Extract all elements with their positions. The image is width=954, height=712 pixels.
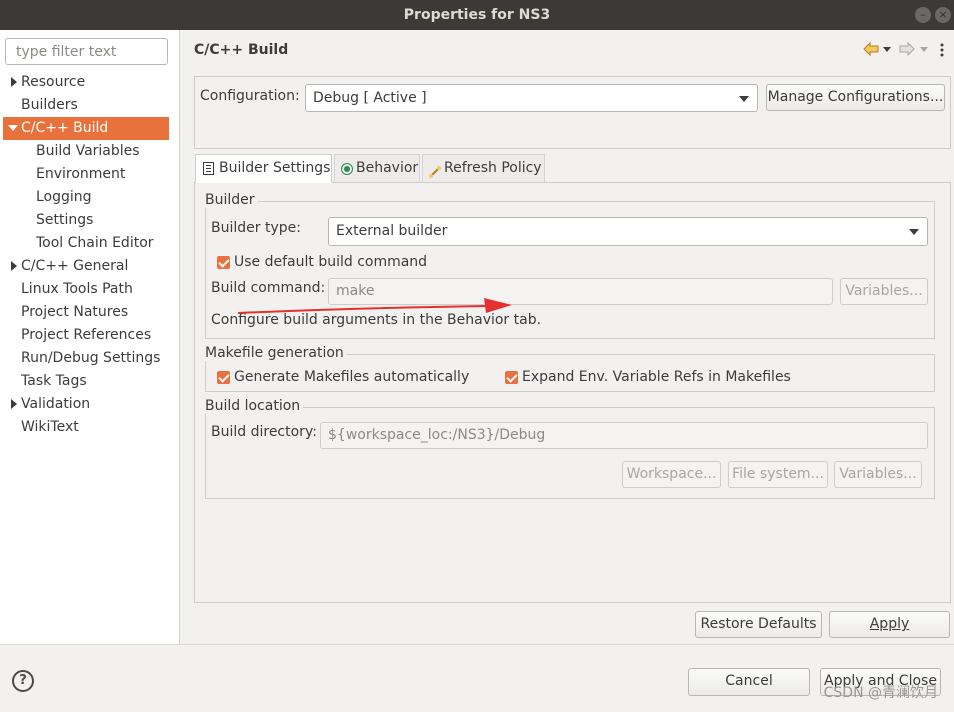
expand-arrow-icon[interactable] — [7, 255, 19, 278]
builder-group-title: Builder — [205, 192, 258, 208]
tree-item-build-variables[interactable]: Build Variables — [3, 140, 169, 163]
restore-defaults-button[interactable]: Restore Defaults — [695, 611, 822, 638]
page-title: C/C++ Build — [194, 42, 289, 58]
chevron-down-icon — [909, 229, 919, 235]
back-arrow-icon[interactable] — [862, 41, 880, 57]
file-system-button[interactable]: File system... — [728, 461, 828, 488]
expand-arrow-icon[interactable] — [7, 71, 19, 94]
tab-builder-settings[interactable]: Builder Settings — [195, 154, 332, 183]
configuration-select[interactable]: Debug [ Active ] — [305, 84, 758, 112]
collapse-arrow-icon[interactable] — [6, 117, 18, 140]
use-default-build-command-label: Use default build command — [234, 254, 428, 270]
builder-type-value: External builder — [336, 223, 448, 239]
tree-item-wikitext[interactable]: WikiText — [3, 416, 169, 439]
filter-input[interactable] — [5, 38, 168, 65]
chevron-down-icon — [739, 96, 749, 102]
title-bar: Properties for NS3 – × — [0, 0, 954, 30]
build-location-group-title: Build location — [205, 398, 304, 414]
view-menu-icon[interactable] — [939, 42, 945, 58]
expand-env-vars-checkbox[interactable] — [505, 371, 518, 384]
tree-item-logging[interactable]: Logging — [3, 186, 169, 209]
location-variables-button[interactable]: Variables... — [834, 461, 922, 488]
configuration-label: Configuration: — [200, 88, 300, 104]
radio-icon — [341, 163, 353, 175]
tree-item-tool-chain-editor[interactable]: Tool Chain Editor — [3, 232, 169, 255]
configuration-value: Debug [ Active ] — [313, 90, 427, 106]
tab-refresh-policy[interactable]: Refresh Policy — [422, 154, 545, 182]
workspace-button[interactable]: Workspace... — [622, 461, 721, 488]
tree-item-task-tags[interactable]: Task Tags — [3, 370, 169, 393]
generate-makefiles-label: Generate Makefiles automatically — [234, 369, 470, 385]
tree-item-validation[interactable]: Validation — [3, 393, 169, 416]
tab-behavior[interactable]: Behavior — [334, 154, 420, 182]
tree-item-builders[interactable]: Builders — [3, 94, 169, 117]
forward-arrow-icon[interactable] — [898, 41, 916, 57]
generate-makefiles-checkbox[interactable] — [217, 371, 230, 384]
tree-item-project-natures[interactable]: Project Natures — [3, 301, 169, 324]
refresh-policy-icon — [428, 162, 442, 178]
expand-arrow-icon[interactable] — [7, 393, 19, 416]
minimize-button[interactable]: – — [915, 7, 931, 23]
expand-env-vars-label: Expand Env. Variable Refs in Makefiles — [522, 369, 791, 385]
build-directory-label: Build directory: — [211, 424, 317, 440]
cancel-button[interactable]: Cancel — [688, 668, 810, 696]
tree-item-cpp-build[interactable]: C/C++ Build — [3, 117, 169, 140]
tree-item-project-references[interactable]: Project References — [3, 324, 169, 347]
settings-sheet-icon — [203, 162, 214, 175]
builder-type-select[interactable]: External builder — [328, 217, 928, 246]
build-command-label: Build command: — [211, 280, 326, 296]
forward-dropdown-icon[interactable] — [920, 47, 928, 52]
tree-item-run-debug-settings[interactable]: Run/Debug Settings — [3, 347, 169, 370]
builder-variables-button[interactable]: Variables... — [840, 278, 928, 305]
watermark: CSDN @青澜饮月 — [823, 685, 938, 701]
back-dropdown-icon[interactable] — [883, 47, 891, 52]
tree-item-cpp-general[interactable]: C/C++ General — [3, 255, 169, 278]
help-icon[interactable]: ? — [12, 670, 34, 692]
makefile-group-title: Makefile generation — [205, 345, 347, 361]
manage-configurations-button[interactable]: Manage Configurations... — [766, 84, 945, 111]
apply-button[interactable]: Apply — [829, 611, 950, 638]
tree-item-resource[interactable]: Resource — [3, 71, 169, 94]
tree-item-linux-tools-path[interactable]: Linux Tools Path — [3, 278, 169, 301]
build-directory-field[interactable]: ${workspace_loc:/NS3}/Debug — [320, 422, 928, 449]
footer-separator — [0, 644, 954, 645]
builder-type-label: Builder type: — [211, 220, 301, 236]
annotation-arrow — [237, 298, 512, 314]
close-button[interactable]: × — [935, 7, 951, 23]
tree-item-environment[interactable]: Environment — [3, 163, 169, 186]
tree-item-settings[interactable]: Settings — [3, 209, 169, 232]
use-default-build-command-checkbox[interactable] — [217, 256, 230, 269]
property-page-tree: Resource Builders C/C++ Build Build Vari… — [0, 30, 180, 644]
window-title: Properties for NS3 — [403, 7, 551, 23]
